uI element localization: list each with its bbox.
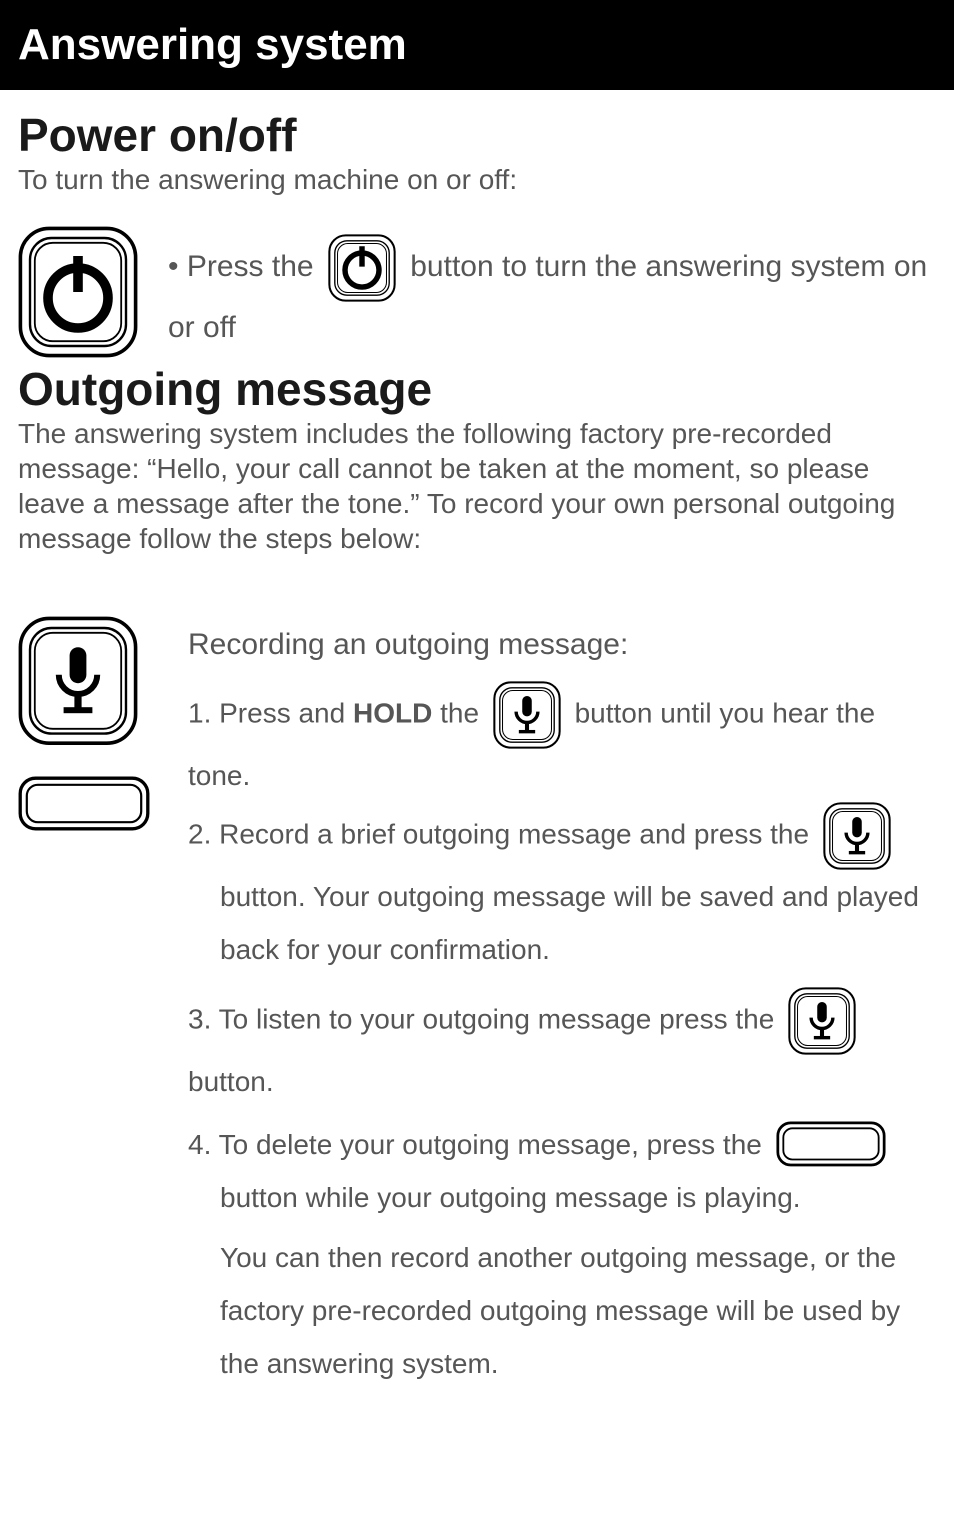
recording-subtitle: Recording an outgoing message:: [188, 616, 936, 673]
mic-icon-inline-1: [493, 681, 561, 749]
step-1: 1. Press and HOLD the button until you h…: [188, 681, 936, 802]
recording-steps: Recording an outgoing message: 1. Press …: [188, 616, 936, 1390]
s3a: 3. To listen to your outgoing message pr…: [188, 1003, 782, 1034]
power-row: • Press the button to turn the answering…: [18, 226, 936, 362]
page-content: Power on/off To turn the answering machi…: [0, 90, 954, 1408]
power-text-1: • Press the: [168, 250, 322, 283]
s1-hold: HOLD: [353, 697, 432, 728]
s1b: the: [432, 697, 486, 728]
blank-button-illustration: [18, 776, 150, 836]
power-heading: Power on/off: [18, 108, 936, 162]
mic-button-illustration: [18, 616, 138, 746]
power-instruction: • Press the button to turn the answering…: [168, 226, 936, 353]
recording-row: Recording an outgoing message: 1. Press …: [18, 616, 936, 1390]
page-header: Answering system: [0, 0, 954, 90]
power-intro: To turn the answering machine on or off:: [18, 164, 936, 196]
blank-icon-inline: [776, 1121, 886, 1171]
step-2: 2. Record a brief outgoing message and p…: [188, 802, 936, 976]
left-button-column: [18, 616, 158, 1390]
s2b: button. Your outgoing message will be sa…: [188, 870, 936, 976]
s4b: button while your outgoing message is pl…: [188, 1171, 936, 1224]
outgoing-intro: The answering system includes the follow…: [18, 416, 936, 556]
page-title: Answering system: [18, 20, 407, 69]
s2a: 2. Record a brief outgoing message and p…: [188, 819, 817, 850]
power-icon-inline: [328, 234, 396, 302]
power-button-illustration: [18, 226, 138, 362]
s4a: 4. To delete your outgoing message, pres…: [188, 1129, 770, 1160]
s3b: button.: [188, 1066, 274, 1097]
mic-icon-inline-3: [788, 987, 856, 1055]
mic-icon-inline-2: [823, 802, 891, 870]
s1a: 1. Press and: [188, 697, 353, 728]
step-4: 4. To delete your outgoing message, pres…: [188, 1118, 936, 1390]
s4c: You can then record another outgoing mes…: [188, 1231, 936, 1391]
step-3: 3. To listen to your outgoing message pr…: [188, 987, 936, 1108]
outgoing-heading: Outgoing message: [18, 362, 936, 416]
